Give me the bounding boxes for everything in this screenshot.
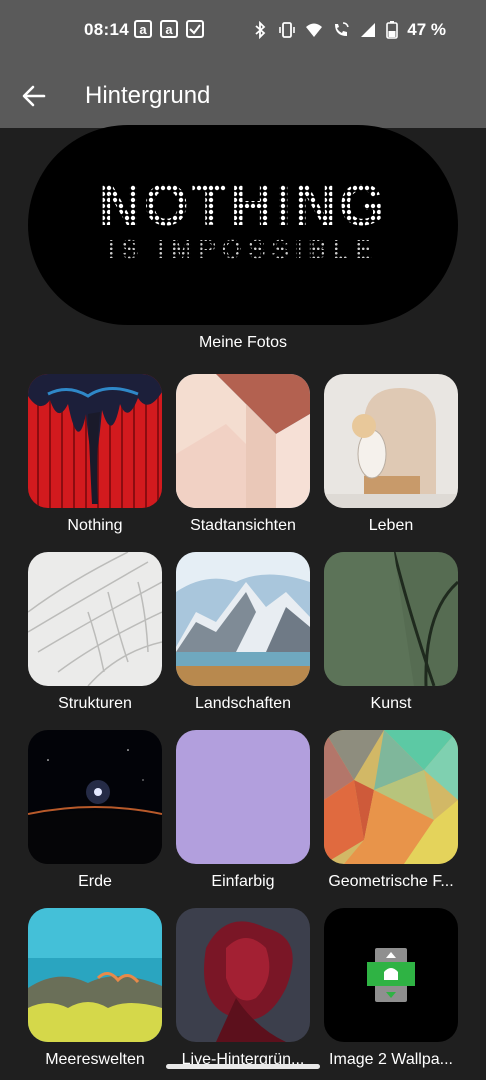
my-photos-label: Meine Fotos bbox=[198, 334, 288, 351]
category-tile-nothing[interactable] bbox=[28, 374, 162, 508]
kunst-thumbnail bbox=[324, 552, 458, 686]
category-label: Landschaften bbox=[194, 695, 292, 712]
banner-line2: IS IMPOSSIBLE bbox=[108, 234, 378, 264]
vibrate-icon bbox=[279, 22, 296, 38]
stadtansichten-thumbnail bbox=[176, 374, 310, 508]
signal-icon bbox=[361, 23, 376, 37]
wifi-icon bbox=[306, 23, 323, 37]
category-tile-live-hintergruende[interactable] bbox=[176, 908, 310, 1042]
bluetooth-icon bbox=[255, 21, 266, 39]
back-arrow-icon[interactable] bbox=[20, 82, 48, 110]
leben-thumbnail bbox=[324, 374, 458, 508]
svg-text:a: a bbox=[165, 22, 173, 37]
category-label: Image 2 Wallpa... bbox=[329, 1051, 453, 1068]
nothing-thumbnail bbox=[28, 374, 162, 508]
category-label: Geometrische F... bbox=[328, 873, 454, 890]
landschaften-thumbnail bbox=[176, 552, 310, 686]
geometrische-thumbnail bbox=[324, 730, 458, 864]
gesture-navigation-bar[interactable] bbox=[166, 1064, 320, 1069]
battery-icon bbox=[386, 21, 399, 39]
live-hintergruende-thumbnail bbox=[176, 908, 310, 1042]
category-label: Meereswelten bbox=[45, 1051, 145, 1068]
category-label: Leben bbox=[368, 517, 414, 534]
category-tile-image-2-wallpaper[interactable] bbox=[324, 908, 458, 1042]
category-label: Einfarbig bbox=[211, 873, 275, 890]
nothing-logo: NOTHING IS IMPOSSIBLE bbox=[99, 173, 387, 264]
category-label: Nothing bbox=[67, 517, 123, 534]
category-tile-landschaften[interactable] bbox=[176, 552, 310, 686]
banner-line1: NOTHING bbox=[99, 173, 387, 238]
category-label: Stadtansichten bbox=[190, 517, 296, 534]
category-label: Erde bbox=[78, 873, 112, 890]
page-title: Hintergrund bbox=[85, 82, 211, 109]
svg-text:a: a bbox=[139, 22, 147, 37]
meereswelten-thumbnail bbox=[28, 908, 162, 1042]
wifi-call-icon bbox=[335, 22, 349, 36]
category-tile-geometrische[interactable] bbox=[324, 730, 458, 864]
status-bar: 08:14 a a 47 % bbox=[0, 0, 486, 62]
battery-percent: 47 % bbox=[407, 20, 446, 39]
status-time: 08:14 bbox=[84, 20, 129, 39]
category-label: Strukturen bbox=[58, 695, 132, 712]
category-tile-einfarbig[interactable] bbox=[176, 730, 310, 864]
strukturen-thumbnail bbox=[28, 552, 162, 686]
amazon-a-icon: a bbox=[134, 20, 152, 38]
my-photos-card[interactable]: NOTHING IS IMPOSSIBLE bbox=[28, 125, 458, 325]
category-label: Kunst bbox=[370, 695, 412, 712]
erde-thumbnail bbox=[28, 730, 162, 864]
app-icon bbox=[367, 948, 415, 1002]
category-tile-leben[interactable] bbox=[324, 374, 458, 508]
category-tile-meereswelten[interactable] bbox=[28, 908, 162, 1042]
category-tile-kunst[interactable] bbox=[324, 552, 458, 686]
checkbox-icon bbox=[186, 20, 204, 38]
app-bar: Hintergrund bbox=[0, 62, 486, 128]
category-tile-strukturen[interactable] bbox=[28, 552, 162, 686]
category-tile-stadtansichten[interactable] bbox=[176, 374, 310, 508]
category-tile-erde[interactable] bbox=[28, 730, 162, 864]
amazon-a-icon: a bbox=[160, 20, 178, 38]
